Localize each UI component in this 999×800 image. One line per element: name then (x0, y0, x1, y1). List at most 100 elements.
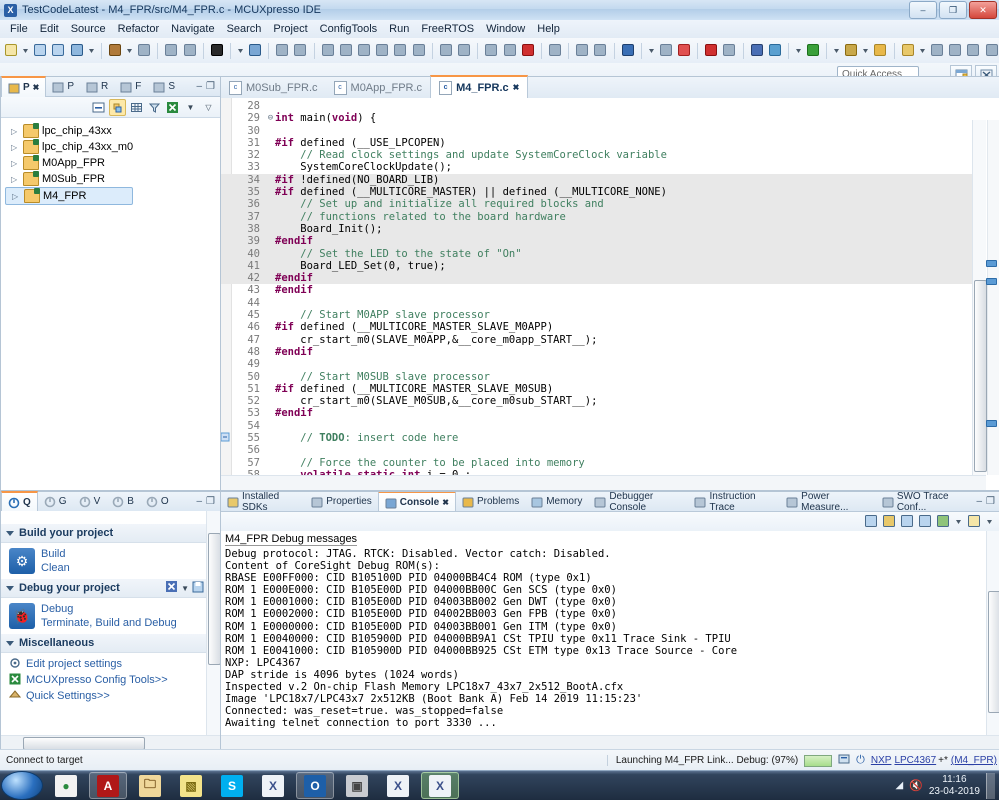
fold-toggle[interactable] (266, 371, 275, 383)
new-console-dropdown-icon[interactable] (985, 514, 994, 531)
project-tree-item-4[interactable]: ▷M4_FPR (5, 187, 133, 205)
fold-marker[interactable] (221, 100, 230, 112)
fold-marker[interactable] (221, 235, 230, 247)
fold-marker[interactable] (221, 161, 230, 173)
quickstart-section-header-misc[interactable]: Miscellaneous (1, 634, 220, 653)
fold-toggle[interactable] (266, 395, 275, 407)
profile-dropdown-icon[interactable] (861, 42, 870, 59)
maximize-view-button[interactable]: ❐ (206, 81, 215, 92)
code-line-48[interactable]: 48#endif (221, 346, 972, 358)
build-hammer-icon[interactable] (107, 42, 123, 59)
editor-scroll-thumb[interactable] (974, 280, 987, 472)
link-device[interactable]: LPC4367 (894, 755, 936, 766)
trace-2-icon[interactable] (592, 42, 608, 59)
code-line-47[interactable]: 47 cr_start_m0(SLAVE_M0APP,&__core_m0app… (221, 334, 972, 346)
fold-toggle[interactable] (266, 186, 275, 198)
fold-marker[interactable] (221, 284, 230, 296)
maximize-view-button[interactable]: ❐ (986, 496, 995, 507)
fold-marker[interactable] (221, 395, 230, 407)
fold-toggle[interactable] (266, 432, 275, 444)
close-icon[interactable]: ✖ (442, 498, 449, 507)
clear-icon[interactable] (721, 42, 737, 59)
fold-toggle[interactable] (266, 444, 275, 456)
step-into-icon[interactable] (374, 42, 390, 59)
console-vertical-scrollbar[interactable] (986, 531, 999, 736)
import-icon[interactable] (658, 42, 674, 59)
pencil-icon[interactable] (900, 42, 916, 59)
text-icon[interactable] (965, 42, 981, 59)
fold-toggle[interactable] (266, 174, 275, 186)
console-tab-4[interactable]: Memory (525, 492, 588, 511)
fold-toggle[interactable] (266, 383, 275, 395)
taskbar-button-outlook-icon[interactable]: O (296, 772, 334, 799)
console-tab-1[interactable]: Properties (305, 492, 378, 511)
console-tab-0[interactable]: Installed SDKs (221, 492, 305, 511)
overview-marker[interactable] (986, 260, 997, 267)
binary-viewer-icon[interactable] (136, 42, 152, 59)
profile-icon[interactable] (843, 42, 859, 59)
code-line-33[interactable]: 33 SystemCoreClockUpdate(); (221, 161, 972, 173)
misc-row[interactable]: Edit project settings (9, 656, 220, 672)
show-hidden-icon[interactable]: ◢ (895, 780, 903, 791)
taskbar-button-3d-builder-icon[interactable]: ▣ (339, 773, 375, 798)
code-line-39[interactable]: 39#endif (221, 235, 972, 247)
link-with-editor-icon[interactable] (109, 99, 126, 116)
code-line-41[interactable]: 41 Board_LED_Set(0, true); (221, 260, 972, 272)
menu-item-configtools[interactable]: ConfigTools (314, 21, 383, 37)
code-line-53[interactable]: 53#endif (221, 407, 972, 419)
close-button[interactable]: ✕ (969, 1, 997, 19)
fold-toggle[interactable] (266, 457, 275, 469)
paragraph-icon[interactable] (984, 42, 999, 59)
code-line-37[interactable]: 37 // functions related to the board har… (221, 211, 972, 223)
code-line-44[interactable]: 44 (221, 297, 972, 309)
code-line-49[interactable]: 49 (221, 358, 972, 370)
fold-marker[interactable] (221, 198, 230, 210)
ruler-icon[interactable] (929, 42, 945, 59)
taskbar-button-mcuxpresso-active-icon[interactable]: X (421, 772, 459, 799)
mcuxpresso-icon[interactable] (165, 580, 178, 596)
console-horizontal-scrollbar[interactable] (221, 735, 999, 750)
quickstart-horizontal-scrollbar[interactable] (1, 735, 220, 750)
clear-console-icon[interactable] (864, 514, 878, 531)
fold-marker[interactable] (221, 137, 230, 149)
minimize-view-button[interactable]: – (976, 496, 982, 507)
misc-row[interactable]: Quick Settings>> (9, 688, 220, 704)
fold-toggle[interactable] (266, 137, 275, 149)
debug-link[interactable]: Debug (41, 602, 177, 616)
open-console-icon[interactable] (936, 514, 950, 531)
expand-arrow-icon[interactable]: ▷ (12, 192, 21, 201)
dropdown-icon[interactable]: ▼ (183, 100, 198, 115)
close-icon[interactable]: ✖ (513, 83, 520, 92)
editor-overview-ruler[interactable] (987, 120, 999, 475)
code-line-35[interactable]: 35#if defined (__MULTICORE_MASTER) || de… (221, 186, 972, 198)
fold-marker[interactable] (221, 297, 230, 309)
dropdown-icon[interactable]: ▼ (181, 584, 189, 593)
quick-settings-link[interactable]: Quick Settings>> (26, 690, 110, 702)
project-tree-item-1[interactable]: ▷lpc_chip_43xx_m0 (5, 139, 220, 155)
fold-toggle[interactable] (266, 297, 275, 309)
step-return-icon[interactable] (411, 42, 427, 59)
restart-icon[interactable] (456, 42, 472, 59)
project-tree-item-2[interactable]: ▷M0App_FPR (5, 155, 220, 171)
console-tab-7[interactable]: Power Measure... (780, 492, 876, 511)
fold-marker[interactable] (221, 174, 230, 186)
skip-breakpoints-icon[interactable] (274, 42, 290, 59)
menu-item-project[interactable]: Project (267, 21, 313, 37)
quickstart-tab-0[interactable]: Q (1, 491, 38, 512)
minimize-view-button[interactable]: – (196, 496, 202, 507)
link-icon[interactable] (676, 42, 692, 59)
code-line-54[interactable]: 54 (221, 420, 972, 432)
hammer-dropdown-icon[interactable] (125, 42, 134, 59)
build-all-icon[interactable] (69, 42, 85, 59)
fold-marker[interactable] (221, 260, 230, 272)
fold-toggle[interactable] (266, 346, 275, 358)
run-play-icon[interactable] (805, 42, 821, 59)
undo-icon[interactable] (163, 42, 179, 59)
redo-icon[interactable] (182, 42, 198, 59)
new-dropdown-icon[interactable] (21, 42, 30, 59)
trace-icon[interactable] (574, 42, 590, 59)
quickstart-vertical-scrollbar[interactable] (206, 511, 220, 736)
quickstart-section-header-debug[interactable]: Debug your project ▼ (1, 579, 220, 598)
menu-item-help[interactable]: Help (531, 21, 566, 37)
code-line-28[interactable]: 28 (221, 100, 972, 112)
